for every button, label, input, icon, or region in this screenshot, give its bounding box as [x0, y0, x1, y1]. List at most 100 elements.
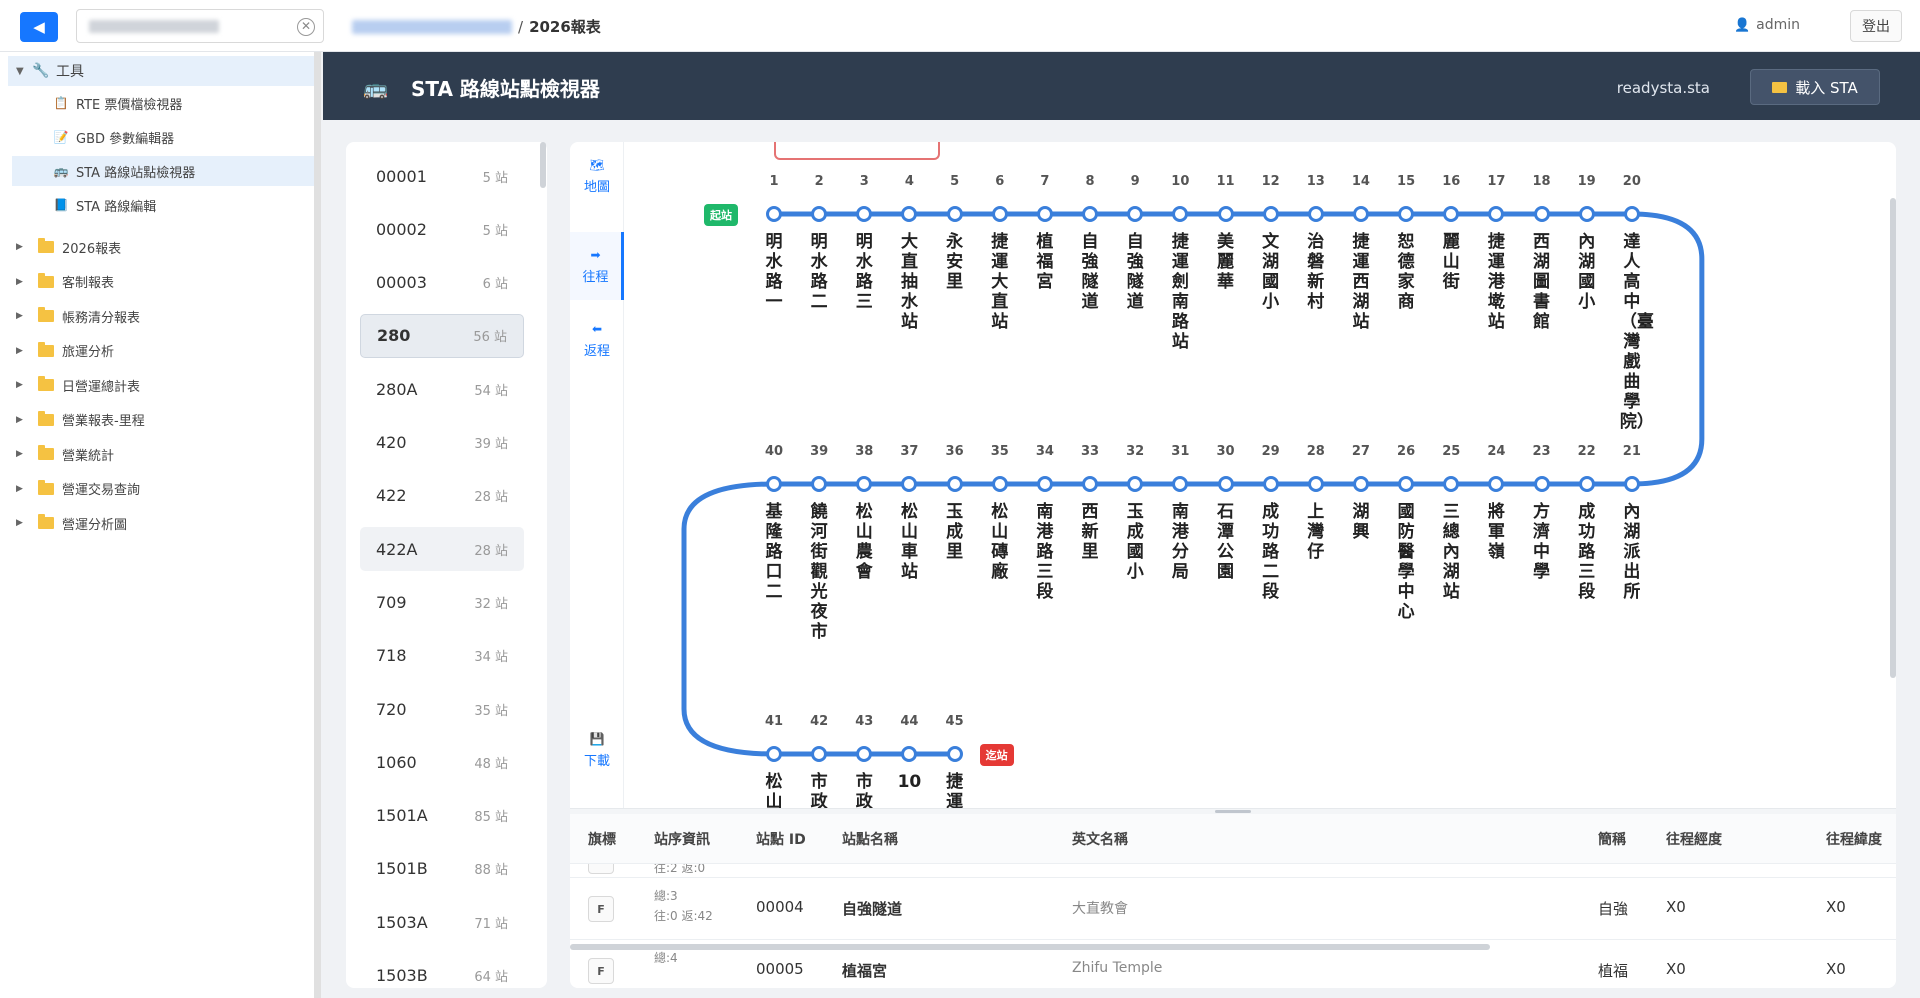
expand-arrow-icon[interactable]: ▶ [16, 242, 38, 252]
breadcrumb-parent-blurred[interactable] [352, 19, 512, 34]
divider-handle[interactable] [1215, 810, 1251, 813]
stop-name[interactable]: 西湖圖書館 [1530, 232, 1554, 332]
expand-arrow-icon[interactable]: ▶ [16, 346, 38, 356]
stop-name[interactable]: 將軍嶺 [1484, 502, 1508, 562]
stop-marker[interactable] [1217, 476, 1234, 492]
stop-name[interactable]: 10 [897, 772, 922, 792]
stop-marker[interactable] [1082, 206, 1099, 222]
route-list-item[interactable]: 1501B 88 站 [360, 847, 524, 891]
stop-name[interactable]: 明水路一 [762, 232, 786, 312]
stop-name[interactable]: 捷運港墘站 [1484, 232, 1508, 332]
table-header-cell[interactable]: 站點 ID [756, 814, 806, 864]
stop-marker[interactable] [1307, 206, 1324, 222]
stop-marker[interactable] [1352, 206, 1369, 222]
stop-marker[interactable] [1307, 476, 1324, 492]
stop-marker[interactable] [1262, 206, 1279, 222]
tree-item-tool[interactable]: 📝 GBD 參數編輯器 [12, 122, 314, 152]
tab-outbound[interactable]: ➡ 往程 [570, 232, 624, 300]
stop-marker[interactable] [946, 746, 963, 762]
stop-name[interactable]: 西新里 [1078, 502, 1102, 562]
stop-name[interactable]: 內湖國小 [1575, 232, 1599, 312]
tree-folder[interactable]: ▶ 營業報表-里程 [12, 405, 314, 435]
stop-marker[interactable] [946, 206, 963, 222]
stop-marker[interactable] [1352, 476, 1369, 492]
stop-marker[interactable] [766, 476, 782, 492]
table-header-cell[interactable]: 站點名稱 [842, 814, 898, 864]
stop-name[interactable]: 大直抽水站 [897, 232, 921, 332]
search-input[interactable]: ✕ [76, 9, 324, 43]
stop-name[interactable]: 美麗華 [1214, 232, 1238, 292]
stop-name[interactable]: 捷運 [943, 772, 967, 808]
table-row[interactable]: 往:2 返:0 [570, 864, 1896, 878]
stop-name[interactable]: 內湖派出所 [1620, 502, 1644, 602]
tab-map[interactable]: 🗺 地圖 [570, 142, 624, 210]
route-list-item[interactable]: 720 35 站 [360, 687, 524, 731]
stop-name[interactable]: 南港路三段 [1033, 502, 1057, 602]
stop-name[interactable]: 松山磚廠 [988, 502, 1012, 582]
back-button[interactable]: ◀ [20, 12, 58, 42]
tree-folder[interactable]: ▶ 帳務清分報表 [12, 301, 314, 331]
table-header-cell[interactable]: 英文名稱 [1072, 814, 1128, 864]
tree-folder[interactable]: ▶ 旅運分析 [12, 336, 314, 366]
stop-name[interactable]: 治磐新村 [1304, 232, 1328, 312]
stop-marker[interactable] [1082, 476, 1099, 492]
tree-item-tool[interactable]: 📋 RTE 票價檔檢視器 [12, 88, 314, 118]
stop-name[interactable]: 植福宮 [1033, 232, 1057, 292]
stop-name[interactable]: 明水路二 [807, 232, 831, 312]
tree-node-tools[interactable]: ▼ 🔧 工具 [8, 56, 314, 86]
stop-name[interactable]: 南港分局 [1168, 502, 1192, 582]
table-horizontal-scrollbar[interactable] [570, 944, 1490, 950]
stop-name[interactable]: 國防醫學中心 [1394, 502, 1418, 622]
stop-name[interactable]: 市政 [807, 772, 831, 808]
route-list-item[interactable]: 422 28 站 [360, 474, 524, 518]
table-row[interactable]: F 總:3 往:0 返:42 00004 自強隧道 大直教會 自強 X0 X0 [570, 878, 1896, 940]
stop-marker[interactable] [1036, 206, 1053, 222]
logout-button[interactable]: 登出 [1850, 10, 1902, 42]
map-scrollbar[interactable] [1890, 198, 1896, 678]
table-header-cell[interactable]: 旗標 [588, 814, 616, 864]
tree-item-tool[interactable]: 📘 STA 路線編輯 [12, 190, 314, 220]
stop-marker[interactable] [991, 206, 1008, 222]
tree-folder[interactable]: ▶ 客制報表 [12, 267, 314, 297]
stop-name[interactable]: 恕德家商 [1394, 232, 1418, 312]
stop-name[interactable]: 成功路二段 [1259, 502, 1283, 602]
stop-marker[interactable] [1533, 206, 1550, 222]
stop-marker[interactable] [1533, 476, 1550, 492]
stop-name[interactable]: 市政 [852, 772, 876, 808]
stop-name[interactable]: 松山車站 [897, 502, 921, 582]
tab-return[interactable]: ⬅ 返程 [570, 306, 624, 374]
tree-folder[interactable]: ▶ 2026報表 [12, 232, 314, 262]
route-list-scrollbar[interactable] [540, 142, 546, 188]
stop-marker[interactable] [1578, 206, 1595, 222]
stop-name[interactable]: 永安里 [943, 232, 967, 292]
expand-arrow-icon[interactable]: ▼ [16, 66, 30, 77]
stop-marker[interactable] [1398, 476, 1415, 492]
stop-name[interactable]: 方濟中學 [1530, 502, 1554, 582]
route-list-item[interactable]: 1503B 64 站 [360, 954, 524, 989]
route-list-item[interactable]: 00002 5 站 [360, 207, 524, 251]
tree-folder[interactable]: ▶ 營運分析圖 [12, 508, 314, 538]
route-list-item[interactable]: 280A 54 站 [360, 367, 524, 411]
stop-name[interactable]: 基隆路口二 [762, 502, 786, 602]
stop-name[interactable]: 捷運劍南路站 [1168, 232, 1192, 352]
stop-marker[interactable] [1623, 206, 1640, 222]
table-header-cell[interactable]: 往程經度 [1666, 814, 1722, 864]
stop-marker[interactable] [1036, 476, 1053, 492]
route-list-item[interactable]: 00003 6 站 [360, 261, 524, 305]
route-list-item[interactable]: 422A 28 站 [360, 527, 524, 572]
download-button[interactable]: 💾 下載 [570, 716, 624, 784]
table-header-cell[interactable]: 往程緯度 [1826, 814, 1882, 864]
stop-marker[interactable] [1578, 476, 1595, 492]
sidebar-scrollbar[interactable] [314, 52, 321, 998]
route-list-item[interactable]: 1503A 71 站 [360, 900, 524, 944]
stop-name[interactable]: 文湖國小 [1259, 232, 1283, 312]
table-header-cell[interactable]: 站序資訊 [654, 814, 710, 864]
stop-marker[interactable] [1623, 476, 1640, 492]
stop-marker[interactable] [1262, 476, 1279, 492]
stop-name[interactable]: 松山 [762, 772, 786, 808]
load-sta-button[interactable]: 載入 STA [1750, 69, 1880, 105]
stop-name[interactable]: 松山農會 [852, 502, 876, 582]
expand-arrow-icon[interactable]: ▶ [16, 311, 38, 321]
stop-marker[interactable] [1217, 206, 1234, 222]
stop-name[interactable]: 麗山街 [1439, 232, 1463, 292]
